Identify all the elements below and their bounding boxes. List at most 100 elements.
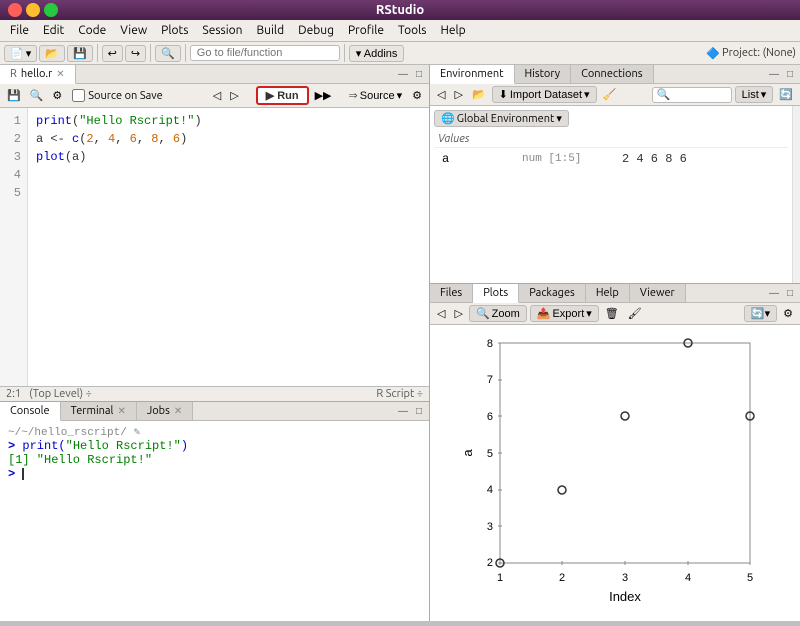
list-view-button[interactable]: List ▾ xyxy=(735,86,774,103)
code-editor[interactable]: 1 2 3 4 5 print("Hello Rscript!") a <- c… xyxy=(0,108,429,386)
plots-prev-button[interactable]: ◁ xyxy=(434,306,448,321)
plots-tab-help[interactable]: Help xyxy=(586,284,630,302)
close-button[interactable] xyxy=(8,3,22,17)
plots-tab-files[interactable]: Files xyxy=(430,284,473,302)
env-load-btn[interactable]: 📂 xyxy=(469,87,489,102)
save-button[interactable]: 💾 xyxy=(67,45,93,62)
env-forward-btn[interactable]: ▷ xyxy=(451,87,465,102)
cursor-position: 2:1 xyxy=(6,388,21,400)
editor-tab-hello-r[interactable]: R hello.r ✕ xyxy=(0,65,76,84)
console-path: ~/~/hello_rscript/ ✎ xyxy=(8,425,421,439)
editor-minimize-button[interactable]: — xyxy=(395,68,411,81)
menu-code[interactable]: Code xyxy=(72,22,112,39)
global-env-selector[interactable]: 🌐 Global Environment ▾ xyxy=(434,110,569,127)
find-button[interactable]: 🔍 xyxy=(155,45,181,62)
open-file-button[interactable]: 📂 xyxy=(39,45,65,62)
console-tab-terminal[interactable]: Terminal ✕ xyxy=(61,402,137,420)
console-panel-buttons: — □ xyxy=(391,402,429,420)
menu-session[interactable]: Session xyxy=(196,22,248,39)
source-on-save-checkbox[interactable] xyxy=(72,89,85,102)
plots-minimize-button[interactable]: — xyxy=(766,287,782,300)
y-tick-8: 8 xyxy=(487,338,493,350)
toolbar-separator3 xyxy=(185,44,186,62)
editor-area: R hello.r ✕ — □ 💾 🔍 ⚙ Source on Save ◁ xyxy=(0,65,429,401)
addins-button[interactable]: ▾ Addins xyxy=(349,45,405,62)
menu-file[interactable]: File xyxy=(4,22,35,39)
zoom-button[interactable]: 🔍 Zoom xyxy=(469,305,527,322)
menu-debug[interactable]: Debug xyxy=(292,22,340,39)
env-tab-environment[interactable]: Environment xyxy=(430,65,515,84)
plots-maximize-button[interactable]: □ xyxy=(784,287,796,300)
env-search-input[interactable] xyxy=(652,87,732,103)
maximize-button[interactable] xyxy=(44,3,58,17)
code-content[interactable]: print("Hello Rscript!") a <- c(2, 4, 6, … xyxy=(28,108,429,386)
env-clear-btn[interactable]: 🧹 xyxy=(600,87,620,102)
menu-help[interactable]: Help xyxy=(434,22,471,39)
go-to-file-input[interactable] xyxy=(190,45,340,61)
y-tick-2: 2 xyxy=(487,557,493,569)
env-tab-history[interactable]: History xyxy=(515,65,572,83)
plots-tab-plots[interactable]: Plots xyxy=(473,284,519,303)
menu-view[interactable]: View xyxy=(114,22,153,39)
run-icon: ▶ xyxy=(266,89,274,102)
env-toolbar: ◁ ▷ 📂 ⬇ Import Dataset ▾ 🧹 List ▾ xyxy=(430,84,800,106)
console-output: [1] "Hello Rscript!" xyxy=(8,453,152,467)
plots-next-button[interactable]: ▷ xyxy=(451,306,465,321)
plots-refresh-button[interactable]: 🔄▾ xyxy=(744,305,777,322)
env-variable-row[interactable]: a num [1:5] 2 4 6 8 6 xyxy=(434,150,788,168)
source-button[interactable]: ⇒ Source ▾ xyxy=(345,88,407,103)
editor-maximize-button[interactable]: □ xyxy=(413,68,425,81)
undo-button[interactable]: ↩ xyxy=(102,45,123,62)
run-button[interactable]: ▶ Run xyxy=(256,86,309,105)
env-refresh-btn[interactable]: 🔄 xyxy=(776,87,796,102)
redo-button[interactable]: ↪ xyxy=(125,45,146,62)
env-scrollbar[interactable] xyxy=(792,106,800,283)
plots-tab-viewer[interactable]: Viewer xyxy=(630,284,686,302)
terminal-close-icon[interactable]: ✕ xyxy=(117,405,125,417)
menu-plots[interactable]: Plots xyxy=(155,22,194,39)
console-command: print("Hello Rscript!") xyxy=(22,439,188,453)
console-maximize-button[interactable]: □ xyxy=(413,405,425,418)
editor-status-bar: 2:1 (Top Level) ÷ R Script ÷ xyxy=(0,386,429,401)
env-maximize-button[interactable]: □ xyxy=(784,68,796,81)
console-tab-jobs[interactable]: Jobs ✕ xyxy=(137,402,193,420)
console-minimize-button[interactable]: — xyxy=(395,405,411,418)
script-type-label: R Script ÷ xyxy=(376,388,423,400)
jobs-close-icon[interactable]: ✕ xyxy=(174,405,182,417)
project-label: 🔷 Project: (None) xyxy=(706,47,796,60)
tab-close-icon[interactable]: ✕ xyxy=(56,68,64,80)
minimize-button[interactable] xyxy=(26,3,40,17)
editor-right-arrow[interactable]: ▷ xyxy=(227,88,241,103)
plots-brush-button[interactable]: 🖌 xyxy=(625,306,645,321)
menu-edit[interactable]: Edit xyxy=(37,22,70,39)
main-toolbar: 📄▾ 📂 💾 ↩ ↪ 🔍 ▾ Addins 🔷 Project: (None) xyxy=(0,42,800,65)
menu-tools[interactable]: Tools xyxy=(392,22,433,39)
y-tick-4: 4 xyxy=(487,484,493,496)
menu-profile[interactable]: Profile xyxy=(342,22,390,39)
editor-search-btn[interactable]: 🔍 xyxy=(27,88,47,103)
path-edit-icon: ✎ xyxy=(133,427,140,439)
export-icon: 📤 xyxy=(537,307,551,320)
titlebar: RStudio xyxy=(0,0,800,20)
console-tab-console[interactable]: Console xyxy=(0,402,61,421)
env-minimize-button[interactable]: — xyxy=(766,68,782,81)
editor-save-btn[interactable]: 💾 xyxy=(4,88,24,103)
editor-tools-btn[interactable]: ⚙ xyxy=(49,88,65,103)
import-dataset-button[interactable]: ⬇ Import Dataset ▾ xyxy=(492,86,597,103)
list-dropdown-icon: ▾ xyxy=(761,88,767,101)
env-back-btn[interactable]: ◁ xyxy=(434,87,448,102)
console-content[interactable]: ~/~/hello_rscript/ ✎ > print("Hello Rscr… xyxy=(0,421,429,621)
menu-build[interactable]: Build xyxy=(251,22,291,39)
plots-delete-button[interactable]: 🗑 xyxy=(602,306,622,321)
var-value: 2 4 6 8 6 xyxy=(622,152,687,166)
editor-left-arrow[interactable]: ◁ xyxy=(210,88,224,103)
plots-settings-button[interactable]: ⚙ xyxy=(780,306,796,321)
editor-extra-btn[interactable]: ⚙ xyxy=(409,88,425,103)
export-button[interactable]: 📤 Export ▾ xyxy=(530,305,599,322)
right-panel: Environment History Connections — □ ◁ xyxy=(430,65,800,621)
run-all-button[interactable]: ▶▶ xyxy=(312,88,335,103)
env-tab-connections[interactable]: Connections xyxy=(571,65,653,83)
plots-tab-packages[interactable]: Packages xyxy=(519,284,586,302)
new-file-button[interactable]: 📄▾ xyxy=(4,45,37,62)
env-values-header: Values xyxy=(434,131,788,148)
